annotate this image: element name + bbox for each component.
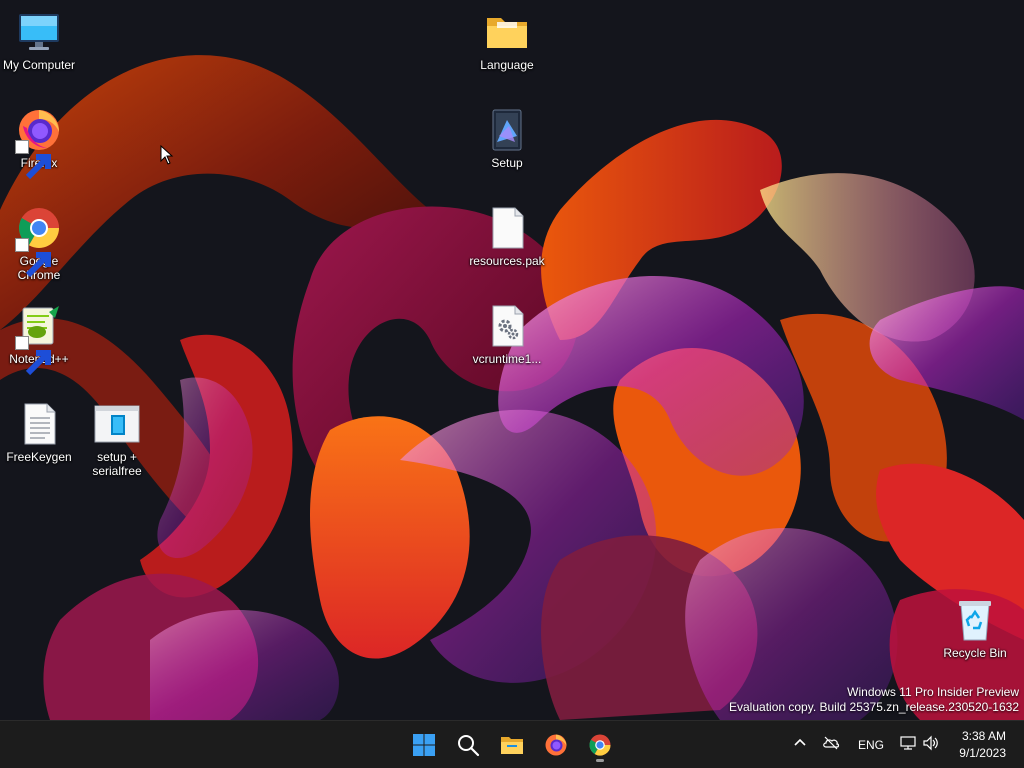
taskbar-search-button[interactable]: [450, 727, 486, 763]
taskbar-clock[interactable]: 3:38 AM 9/1/2023: [959, 728, 1006, 762]
desktop-icon-label: vcruntime1...: [472, 352, 542, 366]
language-indicator: ENG: [858, 738, 885, 752]
windows-evaluation-watermark: Windows 11 Pro Insider Preview Evaluatio…: [729, 685, 1019, 715]
watermark-build: Evaluation copy. Build 25375.zn_release.…: [729, 700, 1019, 714]
desktop-icon-freekeygen[interactable]: FreeKeygen: [1, 400, 77, 464]
tray-onedrive[interactable]: [822, 734, 840, 752]
cloud-offline-icon: [823, 736, 840, 750]
desktop-icon-resources-pak[interactable]: resources.pak: [469, 204, 545, 268]
notepadpp-icon: [15, 302, 63, 376]
desktop-icon-label: Language: [480, 58, 534, 72]
recycle-bin-icon: [951, 596, 999, 644]
desktop-icon-firefox[interactable]: Firefox: [1, 106, 77, 180]
desktop-icon-vcruntime[interactable]: vcruntime1...: [469, 302, 545, 366]
taskbar: ENG 3:38 AM 9/1/2023: [0, 720, 1024, 768]
shortcut-arrow-icon: [15, 140, 51, 180]
tray-show-hidden-icons[interactable]: [791, 734, 809, 752]
watermark-edition: Windows 11 Pro Insider Preview: [847, 685, 1019, 699]
mouse-cursor-icon: [160, 145, 174, 165]
chevron-up-icon: [794, 738, 806, 746]
firefox-icon: [15, 106, 63, 180]
desktop[interactable]: My Computer Firefox Google Chrome Notepa…: [0, 0, 1024, 720]
desktop-icon-label: Recycle Bin: [943, 646, 1007, 660]
desktop-icon-label: setup + serialfree: [92, 450, 142, 478]
desktop-icon-label: resources.pak: [469, 254, 545, 268]
desktop-icon-label: Setup: [491, 156, 523, 170]
clock-time: 3:38 AM: [961, 729, 1006, 743]
installer-icon: [483, 106, 531, 154]
firefox-icon: [545, 734, 567, 756]
dll-gear-file-icon: [483, 302, 531, 350]
chrome-icon: [15, 204, 63, 278]
windows-start-icon: [413, 734, 435, 756]
taskbar-chrome-button[interactable]: [582, 727, 618, 763]
desktop-icon-setup-serialfree[interactable]: setup + serialfree: [79, 400, 155, 478]
desktop-icon-label: My Computer: [2, 58, 76, 72]
desktop-icon-label: FreeKeygen: [6, 450, 72, 464]
tray-volume[interactable]: [922, 734, 940, 752]
shortcut-arrow-icon: [15, 336, 51, 376]
chrome-icon: [589, 734, 611, 756]
volume-icon: [923, 735, 938, 751]
taskbar-start-button[interactable]: [406, 727, 442, 763]
blank-file-icon: [483, 204, 531, 252]
taskbar-firefox-button[interactable]: [538, 727, 574, 763]
search-icon: [458, 735, 480, 757]
desktop-icon-my-computer[interactable]: My Computer: [1, 8, 77, 72]
desktop-icon-language[interactable]: Language: [469, 8, 545, 72]
monitor-icon: [15, 8, 63, 56]
running-indicator: [596, 759, 604, 762]
text-file-icon: [15, 400, 63, 448]
folder-icon: [483, 8, 531, 56]
desktop-icon-recycle-bin[interactable]: Recycle Bin: [937, 596, 1013, 660]
desktop-icon-setup[interactable]: Setup: [469, 106, 545, 170]
setup-window-icon: [93, 400, 141, 448]
taskbar-file-explorer-button[interactable]: [494, 727, 530, 763]
desktop-icon-google-chrome[interactable]: Google Chrome: [1, 204, 77, 282]
folder-icon: [501, 737, 523, 754]
tray-input-language[interactable]: ENG: [858, 738, 884, 752]
shortcut-arrow-icon: [15, 238, 51, 278]
desktop-icon-notepadpp[interactable]: Notepad++: [1, 302, 77, 376]
network-icon: [900, 736, 916, 750]
clock-date: 9/1/2023: [959, 746, 1006, 760]
tray-network[interactable]: [899, 734, 917, 752]
